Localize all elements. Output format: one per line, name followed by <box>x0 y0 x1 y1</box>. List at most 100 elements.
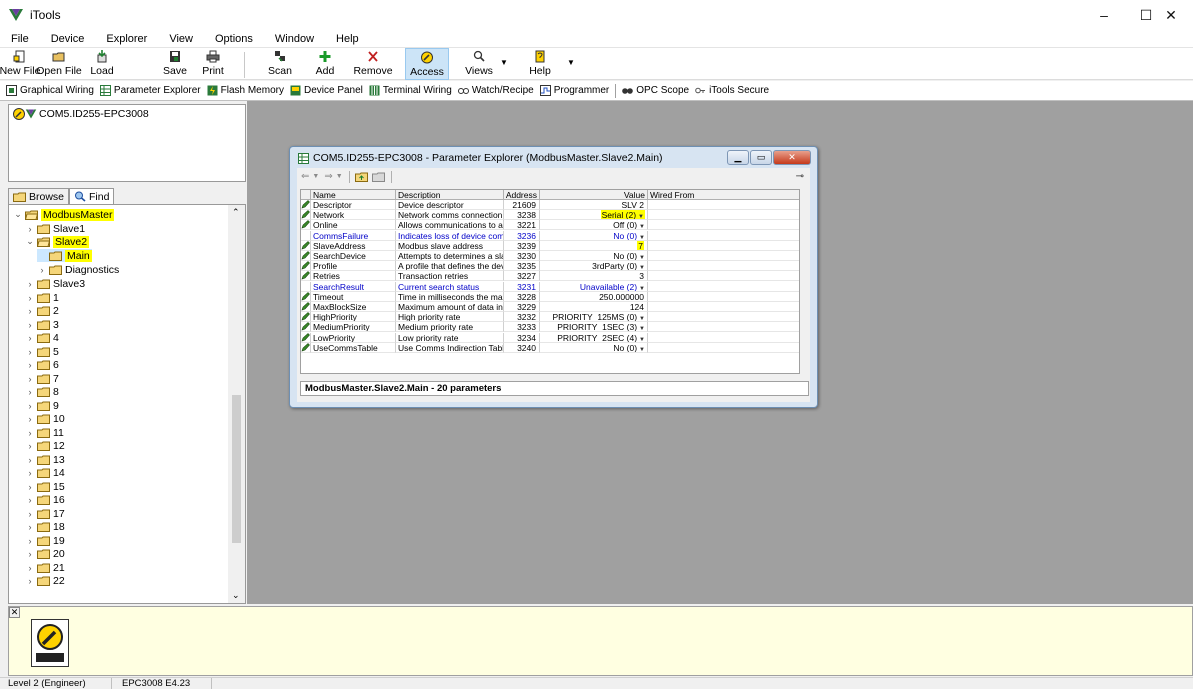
chevron-right-icon[interactable]: › <box>25 374 35 384</box>
chevron-down-icon[interactable]: ▼ <box>639 347 645 352</box>
parameter-row[interactable]: SlaveAddress Modbus slave address 3239 7 <box>301 240 799 251</box>
param-value[interactable]: 3rdParty (0) ▼ <box>540 261 648 272</box>
tree-node-5[interactable]: › 5 <box>25 345 59 358</box>
param-value[interactable]: 3 <box>540 271 648 282</box>
chevron-right-icon[interactable]: › <box>25 536 35 546</box>
param-value[interactable]: No (0) ▼ <box>540 230 648 241</box>
chevron-down-icon[interactable]: ▼ <box>639 286 645 291</box>
menu-window[interactable]: Window <box>264 33 325 45</box>
param-value[interactable]: SLV 2 <box>540 200 648 210</box>
parameter-row[interactable]: Network Network comms connection 3238 Seria… <box>301 210 799 221</box>
chevron-right-icon[interactable]: › <box>25 347 35 357</box>
views-button[interactable]: Views <box>458 48 500 80</box>
chevron-right-icon[interactable]: › <box>25 293 35 303</box>
menu-options[interactable]: Options <box>204 33 264 45</box>
load-button[interactable]: Load <box>88 48 116 80</box>
chevron-right-icon[interactable]: › <box>25 224 35 234</box>
parameter-row[interactable]: Profile A profile that defines the dev 323… <box>301 261 799 272</box>
close-pane-icon[interactable]: ✕ <box>9 607 20 618</box>
parameter-row[interactable]: SearchDevice Attempts to determines a sla… <box>301 251 799 261</box>
tree-node-18[interactable]: › 18 <box>25 521 65 534</box>
tree-node-slave1[interactable]: › Slave1 <box>25 222 86 235</box>
tree-node-20[interactable]: › 20 <box>25 548 65 561</box>
tree-node-22[interactable]: › 22 <box>25 575 65 588</box>
param-value[interactable]: Unavailable (2) ▼ <box>540 281 648 292</box>
tree-node-main[interactable]: Main <box>37 249 92 262</box>
tree-node-slave3[interactable]: › Slave3 <box>25 277 86 290</box>
folder-up-icon[interactable] <box>354 172 368 182</box>
scrollbar-thumb[interactable] <box>232 395 241 543</box>
access-device-icon[interactable] <box>31 619 69 667</box>
param-value[interactable]: No (0) ▼ <box>540 251 648 261</box>
tree-node-15[interactable]: › 15 <box>25 480 65 493</box>
tab-find[interactable]: Find <box>69 188 115 204</box>
link-opc-scope[interactable]: OPC Scope <box>622 85 689 96</box>
close-button[interactable]: ✕ <box>1148 0 1193 30</box>
link-terminal-wiring[interactable]: Terminal Wiring <box>369 85 452 96</box>
access-button[interactable]: Access <box>405 48 449 80</box>
link-parameter-explorer[interactable]: Parameter Explorer <box>99 85 201 96</box>
tree-node-10[interactable]: › 10 <box>25 413 65 426</box>
print-button[interactable]: Print <box>199 48 227 80</box>
param-value[interactable]: Off (0) ▼ <box>540 220 648 231</box>
parameter-row[interactable]: SearchResult Current search status 3231 Una… <box>301 281 799 292</box>
link-flash-memory[interactable]: Flash Memory <box>207 85 284 96</box>
tree-node-3[interactable]: › 3 <box>25 318 59 331</box>
chevron-down-icon[interactable]: ⌄ <box>13 209 23 220</box>
link-programmer[interactable]: Programmer <box>539 85 609 96</box>
chevron-down-icon[interactable]: ⌄ <box>25 236 35 247</box>
add-button[interactable]: Add <box>311 48 339 80</box>
tree-node-16[interactable]: › 16 <box>25 494 65 507</box>
tree-node-diagnostics[interactable]: › Diagnostics <box>37 263 120 276</box>
parameter-row[interactable]: Descriptor Device descriptor 21609 SLV 2 <box>301 200 799 210</box>
folder-icon[interactable] <box>371 172 385 182</box>
param-value[interactable]: 250.000000 <box>540 291 648 302</box>
tree-node-12[interactable]: › 12 <box>25 440 65 453</box>
tree-node-19[interactable]: › 19 <box>25 534 65 547</box>
tree-node-modbusmaster[interactable]: ⌄ ModbusMaster <box>13 208 115 221</box>
chevron-right-icon[interactable]: › <box>25 495 35 505</box>
link-itools-secure[interactable]: iTools Secure <box>695 85 769 96</box>
tree-node-2[interactable]: › 2 <box>25 305 59 318</box>
parameter-row[interactable]: UseCommsTable Use Comms Indirection Table… <box>301 342 799 353</box>
param-value[interactable]: PRIORITY_125MS (0) ▼ <box>540 312 648 323</box>
tree-node-9[interactable]: › 9 <box>25 399 59 412</box>
chevron-right-icon[interactable]: › <box>25 401 35 411</box>
menu-explorer[interactable]: Explorer <box>95 33 158 45</box>
chevron-right-icon[interactable]: › <box>25 509 35 519</box>
chevron-right-icon[interactable]: › <box>25 522 35 532</box>
tree-scrollbar[interactable]: ⌃ ⌄ <box>228 205 245 603</box>
help-button[interactable]: Help <box>527 48 553 80</box>
parameter-row[interactable]: Online Allows communications to a s 3221 Of… <box>301 220 799 231</box>
minimize-button[interactable]: – <box>1081 0 1127 30</box>
chevron-down-icon[interactable]: ▼ <box>639 326 645 331</box>
tree-node-11[interactable]: › 11 <box>25 426 64 439</box>
pe-close-button[interactable]: ✕ <box>773 150 811 165</box>
remove-button[interactable]: Remove <box>353 48 393 80</box>
tree-node-7[interactable]: › 7 <box>25 372 59 385</box>
column-header-name[interactable]: Name <box>311 190 396 200</box>
column-header-wired-from[interactable]: Wired From <box>648 190 799 200</box>
forward-arrow-icon[interactable]: ⇒ <box>324 171 332 182</box>
link-device-panel[interactable]: Device Panel <box>290 85 363 96</box>
scroll-down-icon[interactable]: ⌄ <box>232 590 240 601</box>
back-arrow-icon[interactable]: ⇐ <box>301 171 309 182</box>
tree-node-6[interactable]: › 6 <box>25 359 59 372</box>
param-value[interactable]: 7 <box>540 240 648 251</box>
param-value[interactable]: Serial (2) ▼ <box>540 210 648 221</box>
chevron-right-icon[interactable]: › <box>25 428 35 438</box>
param-value[interactable]: 124 <box>540 302 648 312</box>
chevron-right-icon[interactable]: › <box>25 468 35 478</box>
device-item[interactable]: COM5.ID255-EPC3008 <box>13 108 149 120</box>
help-dropdown-arrow[interactable]: ▼ <box>566 48 576 80</box>
chevron-down-icon[interactable]: ▼ <box>336 173 343 180</box>
menu-view[interactable]: View <box>158 33 204 45</box>
parameter-row[interactable]: MediumPriority Medium priority rate 3233 PR… <box>301 322 799 333</box>
chevron-right-icon[interactable]: › <box>25 360 35 370</box>
scroll-up-icon[interactable]: ⌃ <box>232 207 240 218</box>
chevron-down-icon[interactable]: ▼ <box>639 337 645 342</box>
link-graphical-wiring[interactable]: Graphical Wiring <box>6 85 94 96</box>
tree-node-13[interactable]: › 13 <box>25 453 65 466</box>
parameter-row[interactable]: MaxBlockSize Maximum amount of data in a3… <box>301 302 799 312</box>
tab-browse[interactable]: Browse <box>8 188 70 204</box>
